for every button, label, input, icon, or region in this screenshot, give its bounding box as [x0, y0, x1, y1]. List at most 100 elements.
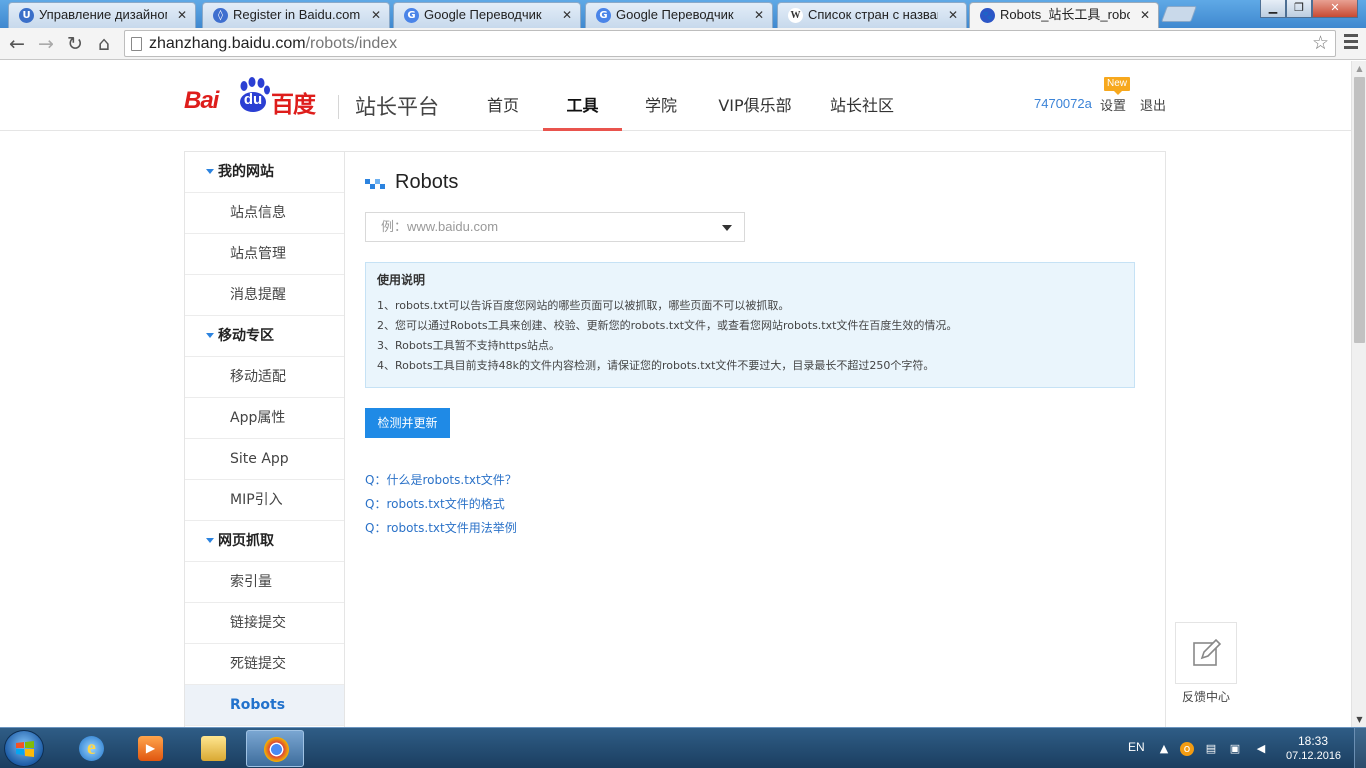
clock-time[interactable]: 18:33 [1298, 734, 1328, 748]
baidu-logo[interactable]: Bai du 百度 [184, 73, 324, 119]
logout-link[interactable]: 退出 [1140, 95, 1166, 114]
tab-upravlenie[interactable]: U Управление дизайном - ✕ [8, 2, 196, 28]
tab-favicon: W [788, 8, 803, 23]
sidebar-item-link-submit[interactable]: 链接提交 [185, 603, 344, 644]
settings-link[interactable]: 设置 [1100, 95, 1126, 114]
tab-favicon: ◊ [213, 8, 228, 23]
close-icon[interactable]: ✕ [177, 3, 187, 27]
usage-info-line: 2、您可以通过Robots工具来创建、校验、更新您的robots.txt文件，或… [377, 319, 958, 332]
usage-info-line: 3、Robots工具暂不支持https站点。 [377, 339, 560, 352]
check-update-button[interactable]: 检测并更新 [365, 408, 450, 438]
content-area: Robots 例：www.baidu.com 使用说明 1、robots.txt… [365, 152, 1155, 727]
sidebar-item-site-info[interactable]: 站点信息 [185, 193, 344, 234]
logo-du-text: du [243, 91, 263, 108]
new-tab-button[interactable] [1161, 6, 1197, 22]
sidebar-item-site-app[interactable]: Site App [185, 439, 344, 480]
url-host: zhanzhang.baidu.com [149, 35, 306, 52]
tab-favicon: U [19, 8, 34, 23]
taskbar-explorer[interactable] [184, 730, 242, 767]
sidebar-group-label: 网页抓取 [218, 533, 274, 549]
window-close-button[interactable]: ✕ [1312, 0, 1358, 18]
sidebar-item-mobile-adapt[interactable]: 移动适配 [185, 357, 344, 398]
page-scrollbar[interactable]: ▲ ▼ [1351, 61, 1366, 727]
chevron-down-icon [722, 225, 732, 231]
taskbar-media-player[interactable]: ▶ [121, 730, 179, 767]
show-desktop-button[interactable] [1354, 728, 1366, 768]
sidebar-item-app-attr[interactable]: App属性 [185, 398, 344, 439]
nav-home[interactable]: 首页 [470, 85, 536, 131]
sidebar-group-mobile[interactable]: 移动专区 [185, 316, 344, 357]
faq-link-robots-examples[interactable]: Q：robots.txt文件用法举例 [365, 520, 517, 536]
language-indicator[interactable]: EN [1128, 740, 1145, 754]
tab-label: Robots_站长工具_robots文 [1000, 7, 1130, 22]
scroll-down-icon[interactable]: ▼ [1352, 712, 1366, 727]
close-icon[interactable]: ✕ [562, 3, 572, 27]
user-id-link[interactable]: 7470072a [1034, 96, 1092, 111]
nav-vip-club[interactable]: VIP俱乐部 [702, 85, 808, 131]
tab-robots-active[interactable]: 🐾 Robots_站长工具_robots文 ✕ [969, 2, 1159, 28]
sidebar-item-deadlink-submit[interactable]: 死链提交 [185, 644, 344, 685]
nav-tools[interactable]: 工具 [543, 85, 622, 131]
sidebar-group-my-sites[interactable]: 我的网站 [185, 152, 344, 193]
tab-favicon: 🐾 [980, 8, 995, 23]
tray-app-icon[interactable]: o [1180, 742, 1194, 756]
page-title: Robots [365, 171, 458, 194]
bookmark-star-icon[interactable]: ☆ [1312, 31, 1329, 56]
reload-icon[interactable]: ↻ [63, 32, 87, 56]
logo-divider [338, 95, 339, 119]
sidebar-item-robots[interactable]: Robots [185, 685, 344, 726]
volume-icon[interactable]: ◀ [1254, 742, 1268, 756]
close-icon[interactable]: ✕ [948, 3, 958, 27]
sidebar-item-messages[interactable]: 消息提醒 [185, 275, 344, 316]
windows-logo-icon [16, 741, 34, 757]
close-icon[interactable]: ✕ [371, 3, 381, 27]
start-button[interactable] [4, 730, 44, 767]
sidebar: 我的网站 站点信息 站点管理 消息提醒 移动专区 移动适配 App属性 Site… [185, 152, 345, 727]
close-icon[interactable]: ✕ [754, 3, 764, 27]
close-icon[interactable]: ✕ [1140, 3, 1150, 27]
scrollbar-thumb[interactable] [1354, 77, 1365, 343]
scroll-up-icon[interactable]: ▲ [1352, 61, 1366, 76]
back-icon[interactable]: ← [5, 32, 29, 56]
sidebar-item-index-count[interactable]: 索引量 [185, 562, 344, 603]
tab-google-translate-2[interactable]: G Google Переводчик ✕ [585, 2, 773, 28]
tab-country-list[interactable]: W Список стран с названия ✕ [777, 2, 967, 28]
tab-label: Register in Baidu.com [233, 7, 361, 22]
taskbar-ie[interactable]: e [62, 730, 120, 767]
restore-button[interactable]: ❐ [1286, 0, 1312, 18]
clock-date[interactable]: 07.12.2016 [1286, 750, 1341, 762]
nav-academy[interactable]: 学院 [628, 85, 694, 131]
usage-info-line: 4、Robots工具目前支持48k的文件内容检测，请保证您的robots.txt… [377, 359, 935, 372]
sidebar-group-crawl[interactable]: 网页抓取 [185, 521, 344, 562]
nav-community[interactable]: 站长社区 [820, 85, 904, 131]
tab-label: Список стран с названия [808, 7, 938, 22]
sidebar-item-mip[interactable]: MIP引入 [185, 480, 344, 521]
usage-info-title: 使用说明 [377, 273, 426, 287]
tab-label: Управление дизайном - [39, 7, 167, 22]
caret-down-icon [206, 538, 214, 543]
faq-link-robots-format[interactable]: Q：robots.txt文件的格式 [365, 496, 505, 512]
browser-menu-icon[interactable] [1342, 34, 1360, 52]
title-icon [365, 179, 385, 189]
site-select-dropdown[interactable]: 例：www.baidu.com [365, 212, 745, 242]
tab-register-baidu[interactable]: ◊ Register in Baidu.com ✕ [202, 2, 390, 28]
caret-down-icon [206, 169, 214, 174]
tray-device-icon[interactable]: ▤ [1204, 742, 1218, 756]
page-icon [131, 37, 142, 51]
faq-link-what-is-robots[interactable]: Q：什么是robots.txt文件？ [365, 472, 517, 488]
tab-label: Google Переводчик [424, 7, 542, 22]
taskbar-chrome[interactable] [246, 730, 304, 767]
home-icon[interactable]: ⌂ [92, 32, 116, 56]
tray-expand-icon[interactable]: ▲ [1157, 742, 1171, 756]
network-icon[interactable]: ▣ [1228, 742, 1242, 756]
minimize-button[interactable]: ▁ [1260, 0, 1286, 18]
new-badge: New [1104, 77, 1130, 95]
feedback-button[interactable] [1175, 622, 1237, 684]
media-player-icon: ▶ [138, 736, 163, 761]
address-bar[interactable]: zhanzhang.baidu.com/robots/index ☆ [124, 30, 1336, 57]
sidebar-item-site-manage[interactable]: 站点管理 [185, 234, 344, 275]
windows-taskbar: e ▶ EN ▲ o ▤ ▣ ◀ 18:33 07.12.2016 [0, 727, 1366, 768]
feedback-label[interactable]: 反馈中心 [1168, 688, 1244, 705]
tab-google-translate-1[interactable]: G Google Переводчик ✕ [393, 2, 581, 28]
forward-icon[interactable]: → [34, 32, 58, 56]
